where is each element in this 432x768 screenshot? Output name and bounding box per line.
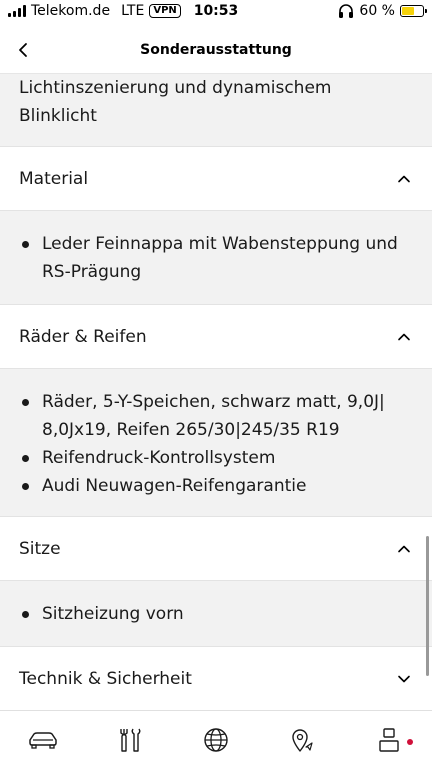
tab-bar <box>0 710 432 768</box>
bullet-icon <box>22 455 29 462</box>
bullet-icon <box>22 241 29 248</box>
chevron-up-icon <box>398 333 410 340</box>
section-header-raeder-reifen[interactable]: Räder & Reifen <box>0 304 432 368</box>
bullet-icon <box>22 483 29 490</box>
list-item: Räder, 5-Y-Speichen, schwarz matt, 9,0J|… <box>19 388 413 444</box>
tab-profile[interactable] <box>369 720 413 760</box>
section-header-technik-sicherheit[interactable]: Technik & Sicherheit <box>0 646 432 710</box>
list-item: Sitzheizung vorn <box>19 600 413 628</box>
tab-car[interactable] <box>23 720 63 760</box>
section-title: Räder & Reifen <box>19 326 147 347</box>
content-scroll[interactable]: Lichtinszenierung und dynamischem Blinkl… <box>0 74 432 710</box>
tab-map[interactable] <box>282 720 322 760</box>
scrollbar[interactable] <box>426 536 429 676</box>
chevron-down-icon <box>398 675 410 682</box>
section-body-material: Leder Feinnappa mit Wabensteppung und RS… <box>0 210 432 304</box>
car-icon <box>29 731 57 749</box>
section-title: Material <box>19 168 89 189</box>
tab-tools[interactable] <box>110 720 150 760</box>
chevron-up-icon <box>398 545 410 552</box>
list-item: Audi Neuwagen-Reifengarantie <box>19 472 413 500</box>
list-item: Leder Feinnappa mit Wabensteppung und RS… <box>19 230 413 286</box>
section-header-material[interactable]: Material <box>0 146 432 210</box>
map-pin-icon <box>292 728 313 752</box>
section-title: Sitze <box>19 538 61 559</box>
top-panel: Lichtinszenierung und dynamischem Blinkl… <box>0 74 432 146</box>
section-body-raeder-reifen: Räder, 5-Y-Speichen, schwarz matt, 9,0J|… <box>0 368 432 516</box>
top-panel-line2: Blinklicht <box>19 106 97 126</box>
page-title: Sonderausstattung <box>140 41 292 58</box>
status-right: 60 % <box>338 3 427 19</box>
headphones-icon <box>339 4 354 18</box>
chevron-up-icon <box>398 175 410 182</box>
section-title: Technik & Sicherheit <box>19 668 192 689</box>
battery-level <box>402 7 414 15</box>
nav-bar: Sonderausstattung <box>0 26 432 74</box>
list-item: Reifendruck-Kontrollsystem <box>19 444 413 472</box>
top-panel-line1: Lichtinszenierung und dynamischem <box>19 78 332 98</box>
status-bar: Telekom.de LTE VPN 10:53 60 % <box>0 0 432 26</box>
bullet-icon <box>22 399 29 406</box>
globe-icon <box>204 727 228 752</box>
battery-icon <box>400 5 427 17</box>
battery-percent: 60 % <box>359 3 395 19</box>
back-chevron-icon[interactable] <box>12 38 36 62</box>
notification-dot <box>406 738 413 745</box>
tab-globe[interactable] <box>196 720 236 760</box>
section-body-sitze: Sitzheizung vorn <box>0 580 432 646</box>
bullet-icon <box>22 611 29 618</box>
profile-icon <box>379 727 399 752</box>
tools-icon <box>119 728 141 752</box>
section-header-sitze[interactable]: Sitze <box>0 516 432 580</box>
